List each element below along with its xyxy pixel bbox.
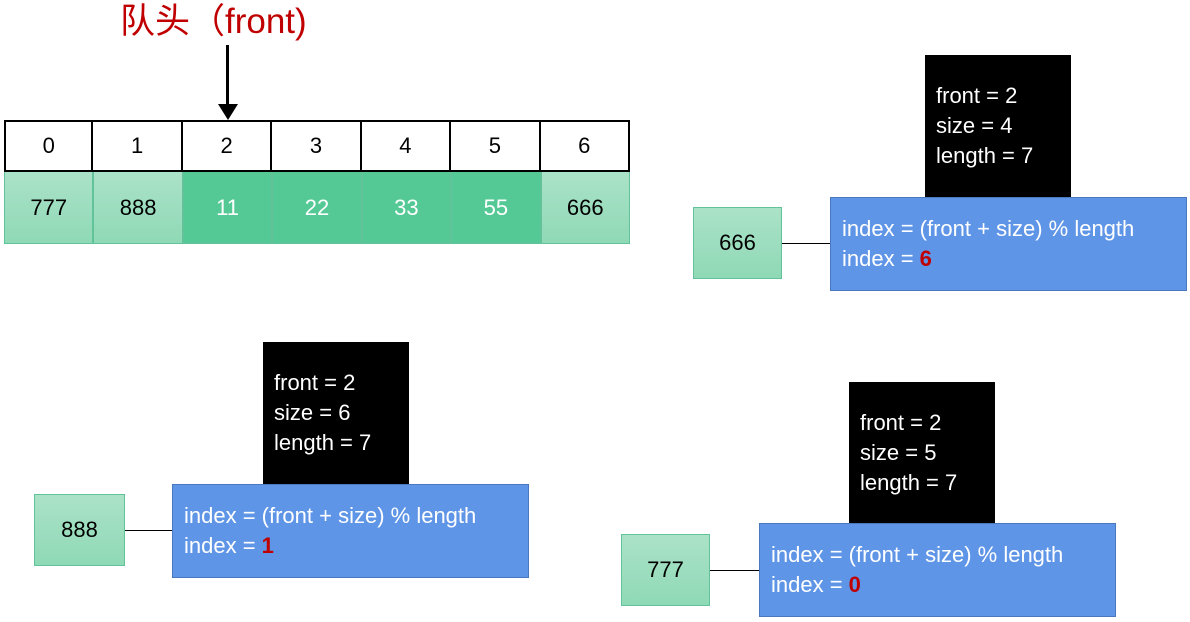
front-arrow [226,45,229,111]
formula: index = (front + size) % length [842,216,1135,241]
connector [710,570,759,571]
index-cell: 1 [93,120,183,172]
connector [781,243,830,244]
front-value: front = 2 [274,370,356,395]
enqueued-value: 666 [693,207,782,279]
value-cell: 777 [4,172,94,244]
index-cell: 3 [272,120,362,172]
formula-box: index = (front + size) % length index = … [172,484,529,578]
size-value: size = 6 [274,400,351,425]
enqueued-value: 888 [34,494,125,566]
index-value: 0 [848,572,861,597]
front-value: front = 2 [936,83,1018,108]
value-cell: 11 [182,172,273,244]
index-label: index = [184,533,262,558]
formula-box: index = (front + size) % length index = … [830,197,1187,291]
formula: index = (front + size) % length [771,542,1064,567]
index-cell: 0 [4,120,94,172]
value-cell: 22 [272,172,362,244]
size-value: size = 5 [860,440,937,465]
index-cell: 4 [361,120,452,172]
size-value: size = 4 [936,113,1013,138]
connector [124,530,172,531]
front-label: 队头（front) [120,2,307,41]
index-label: index = [771,572,849,597]
index-value: 1 [261,533,274,558]
index-label: index = [842,246,920,271]
length-value: length = 7 [936,143,1034,168]
value-cell: 666 [540,172,630,244]
index-cell: 5 [451,120,541,172]
formula-box: index = (front + size) % length index = … [759,523,1116,617]
index-cell: 6 [540,120,630,172]
index-cell: 2 [182,120,273,172]
queue-array: 0 1 2 3 4 5 6 777 888 11 22 33 55 666 [4,120,630,244]
index-value: 6 [919,246,932,271]
state-box: front = 2 size = 4 length = 7 [925,55,1071,198]
length-value: length = 7 [274,430,372,455]
front-arrow-head [218,104,238,120]
length-value: length = 7 [860,470,958,495]
front-value: front = 2 [860,410,942,435]
enqueued-value: 777 [621,534,710,606]
formula: index = (front + size) % length [184,503,477,528]
value-cell: 888 [93,172,183,244]
value-cell: 33 [361,172,452,244]
value-cell: 55 [451,172,541,244]
state-box: front = 2 size = 5 length = 7 [849,382,995,523]
state-box: front = 2 size = 6 length = 7 [263,342,409,485]
